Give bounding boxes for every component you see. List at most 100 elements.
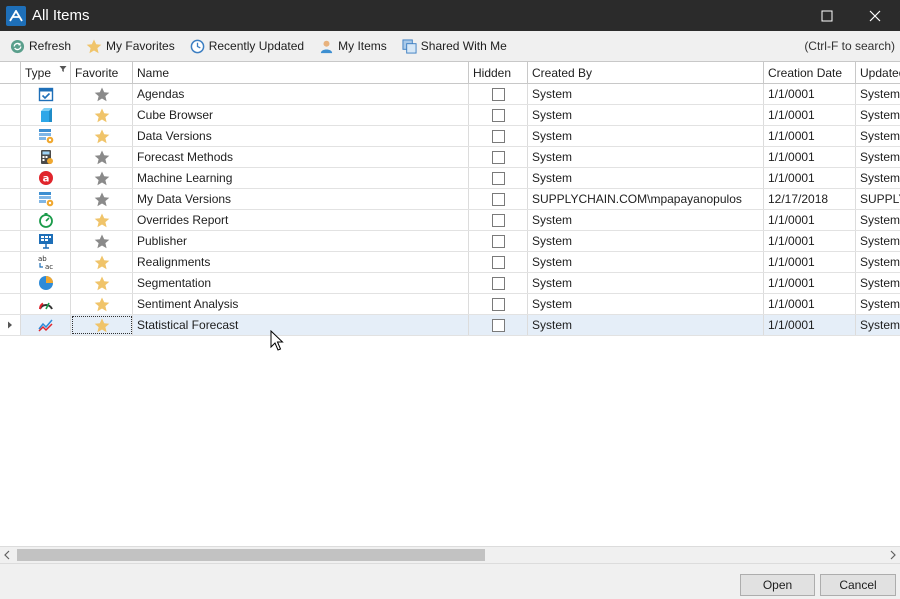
favorite-cell[interactable] [71, 189, 133, 209]
horizontal-scrollbar[interactable] [0, 546, 900, 563]
hidden-checkbox[interactable] [491, 150, 505, 164]
column-header-creation-date[interactable]: Creation Date [764, 62, 856, 83]
scroll-right-icon[interactable] [889, 549, 897, 561]
favorite-cell[interactable] [71, 294, 133, 314]
table-row[interactable]: Cube Browser System 1/1/0001 System [0, 105, 900, 126]
favorite-star-icon[interactable] [94, 108, 110, 123]
favorite-star-icon[interactable] [94, 234, 110, 249]
refresh-button[interactable]: Refresh [0, 35, 76, 57]
name-cell[interactable]: Cube Browser [133, 105, 469, 125]
favorite-cell[interactable] [71, 105, 133, 125]
hidden-checkbox[interactable] [491, 192, 505, 206]
name-cell[interactable]: Realignments [133, 252, 469, 272]
row-indicator[interactable] [0, 189, 21, 209]
row-indicator[interactable] [0, 231, 21, 251]
favorite-star-icon[interactable] [94, 213, 110, 228]
table-row[interactable]: Data Versions System 1/1/0001 System [0, 126, 900, 147]
hidden-cell[interactable] [469, 273, 528, 293]
hidden-cell[interactable] [469, 147, 528, 167]
column-header-type[interactable]: Type [21, 62, 71, 83]
row-indicator[interactable] [0, 105, 21, 125]
favorite-cell[interactable] [71, 147, 133, 167]
row-indicator[interactable] [0, 147, 21, 167]
hidden-cell[interactable] [469, 189, 528, 209]
hidden-cell[interactable] [469, 84, 528, 104]
row-indicator[interactable] [0, 126, 21, 146]
table-row[interactable]: Publisher System 1/1/0001 System [0, 231, 900, 252]
my-favorites-button[interactable]: My Favorites [76, 35, 180, 57]
table-row[interactable]: Agendas System 1/1/0001 System [0, 84, 900, 105]
hidden-checkbox[interactable] [491, 108, 505, 122]
hidden-cell[interactable] [469, 126, 528, 146]
name-cell[interactable]: Data Versions [133, 126, 469, 146]
row-indicator[interactable] [0, 294, 21, 314]
hidden-checkbox[interactable] [491, 171, 505, 185]
favorite-star-icon[interactable] [94, 297, 110, 312]
table-row[interactable]: a Machine Learning System 1/1/0001 System [0, 168, 900, 189]
name-cell[interactable]: Statistical Forecast [133, 315, 469, 335]
hidden-checkbox[interactable] [491, 255, 505, 269]
favorite-cell[interactable] [71, 231, 133, 251]
hidden-cell[interactable] [469, 252, 528, 272]
row-indicator[interactable] [0, 273, 21, 293]
table-row[interactable]: My Data Versions SUPPLYCHAIN.COM\mpapayan… [0, 189, 900, 210]
favorite-cell[interactable] [71, 126, 133, 146]
table-row[interactable]: ab ac Realignments System 1/1/0001 System [0, 252, 900, 273]
column-header-favorite[interactable]: Favorite [71, 62, 133, 83]
favorite-cell[interactable] [71, 273, 133, 293]
hidden-checkbox[interactable] [491, 318, 505, 332]
column-header-updated-by[interactable]: Updated By [856, 62, 900, 83]
horizontal-scrollbar-thumb[interactable] [17, 549, 485, 561]
favorite-star-icon[interactable] [94, 276, 110, 291]
favorite-star-icon[interactable] [94, 318, 110, 333]
hidden-cell[interactable] [469, 315, 528, 335]
favorite-cell[interactable] [71, 315, 133, 335]
filter-icon[interactable] [59, 65, 67, 73]
favorite-star-icon[interactable] [94, 171, 110, 186]
hidden-cell[interactable] [469, 210, 528, 230]
hidden-cell[interactable] [469, 168, 528, 188]
maximize-button[interactable] [804, 0, 850, 31]
hidden-cell[interactable] [469, 294, 528, 314]
my-items-button[interactable]: My Items [309, 35, 392, 57]
name-cell[interactable]: My Data Versions [133, 189, 469, 209]
favorite-cell[interactable] [71, 210, 133, 230]
favorite-star-icon[interactable] [94, 192, 110, 207]
column-header-created-by[interactable]: Created By [528, 62, 764, 83]
hidden-cell[interactable] [469, 105, 528, 125]
favorite-star-icon[interactable] [94, 129, 110, 144]
hidden-checkbox[interactable] [491, 213, 505, 227]
recently-updated-button[interactable]: Recently Updated [180, 35, 309, 57]
name-cell[interactable]: Forecast Methods [133, 147, 469, 167]
shared-with-me-button[interactable]: Shared With Me [392, 35, 512, 57]
name-cell[interactable]: Overrides Report [133, 210, 469, 230]
name-cell[interactable]: Publisher [133, 231, 469, 251]
hidden-checkbox[interactable] [491, 234, 505, 248]
close-button[interactable] [852, 0, 898, 31]
hidden-cell[interactable] [469, 231, 528, 251]
name-cell[interactable]: Segmentation [133, 273, 469, 293]
row-indicator[interactable] [0, 84, 21, 104]
favorite-star-icon[interactable] [94, 255, 110, 270]
table-row[interactable]: Overrides Report System 1/1/0001 System [0, 210, 900, 231]
row-indicator[interactable] [0, 252, 21, 272]
column-header-name[interactable]: Name [133, 62, 469, 83]
name-cell[interactable]: Agendas [133, 84, 469, 104]
hidden-checkbox[interactable] [491, 297, 505, 311]
favorite-cell[interactable] [71, 84, 133, 104]
hidden-checkbox[interactable] [491, 87, 505, 101]
cancel-button[interactable]: Cancel [820, 574, 896, 596]
hidden-checkbox[interactable] [491, 129, 505, 143]
table-row[interactable]: Forecast Methods System 1/1/0001 System [0, 147, 900, 168]
row-indicator[interactable] [0, 315, 21, 335]
name-cell[interactable]: Sentiment Analysis [133, 294, 469, 314]
open-button[interactable]: Open [740, 574, 815, 596]
scroll-left-icon[interactable] [3, 549, 11, 561]
favorite-cell[interactable] [71, 168, 133, 188]
name-cell[interactable]: Machine Learning [133, 168, 469, 188]
table-row[interactable]: Segmentation System 1/1/0001 System [0, 273, 900, 294]
favorite-star-icon[interactable] [94, 150, 110, 165]
table-row[interactable]: Statistical Forecast System 1/1/0001 System [0, 315, 900, 336]
column-header-hidden[interactable]: Hidden [469, 62, 528, 83]
table-row[interactable]: Sentiment Analysis System 1/1/0001 System [0, 294, 900, 315]
